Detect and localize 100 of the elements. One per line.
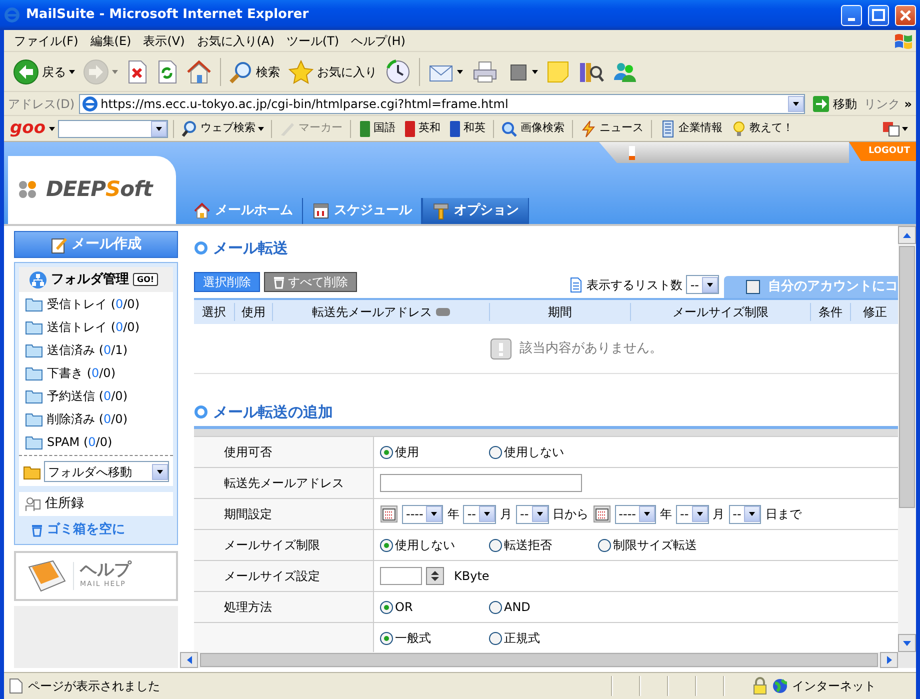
radio-button[interactable] (489, 446, 502, 458)
links-label[interactable]: リンク (864, 94, 900, 112)
email-input-field[interactable] (380, 474, 582, 492)
maximize-button[interactable] (868, 4, 889, 26)
list-count-dropdown[interactable]: -- (686, 275, 719, 294)
folder-item[interactable]: 削除済み (0/0) (19, 407, 173, 430)
menu-item[interactable]: ツール(T) (280, 32, 346, 50)
vertical-scrollbar[interactable] (898, 226, 916, 652)
date-dropdown[interactable]: -- (463, 504, 496, 524)
search-button[interactable]: 検索 (226, 58, 283, 86)
date-unit-label: 年 (447, 506, 460, 523)
horizontal-scrollbar[interactable] (180, 652, 898, 668)
radio-button[interactable] (380, 446, 393, 458)
go-button[interactable]: 移動 (809, 92, 860, 114)
address-book-link[interactable]: 住所録 (19, 492, 173, 516)
folder-item[interactable]: 送信済み (0/1) (19, 338, 173, 361)
size-input-field[interactable] (380, 567, 422, 585)
radio-button[interactable] (489, 538, 502, 552)
checkbox[interactable] (746, 280, 760, 294)
column-header[interactable]: メールサイズ制限 (630, 303, 810, 321)
user-marker-icon (629, 146, 635, 160)
move-folder-dropdown[interactable]: フォルダへ移動 (44, 461, 169, 482)
date-unit-label: 年 (660, 506, 672, 523)
folder-item[interactable]: 下書き (0/0) (19, 361, 173, 384)
empty-trash-link[interactable]: ゴミ箱を空に (19, 516, 173, 544)
logo-text: DEEPSoft (46, 176, 152, 204)
column-header[interactable]: 転送先メールアドレス (272, 303, 489, 321)
date-unit-label: 月 (712, 506, 725, 523)
sort-icon (436, 308, 450, 316)
radio-option[interactable]: 制限サイズ転送 (598, 536, 703, 554)
warning-icon (490, 338, 512, 360)
caret-icon (258, 126, 264, 130)
radio-option[interactable]: OR (380, 598, 485, 616)
calendar-icon (380, 505, 398, 523)
radio-button[interactable] (380, 538, 393, 552)
menu-item[interactable]: ヘルプ(H) (345, 32, 412, 50)
nav-tab[interactable]: オプション (422, 198, 529, 224)
radio-button[interactable] (598, 538, 611, 552)
go-button[interactable]: GO! (133, 273, 158, 286)
date-unit-label: 日まで (765, 506, 802, 523)
column-header[interactable]: 選択 (194, 303, 234, 321)
minimize-button[interactable] (841, 4, 862, 26)
ie-icon (4, 7, 20, 23)
image-button[interactable]: 画像検索 (498, 118, 567, 138)
radio-option[interactable]: 一般式 (380, 629, 485, 647)
close-button[interactable] (895, 4, 916, 26)
radio-option[interactable]: AND (489, 598, 594, 616)
folder-item[interactable]: 予約送信 (0/0) (19, 384, 173, 407)
ie-icon (82, 96, 98, 112)
scroll-up-icon (903, 232, 911, 238)
column-header[interactable]: 条件 (810, 303, 850, 321)
company-button[interactable]: 企業情報 (656, 118, 725, 138)
folder-item[interactable]: 送信トレイ (0/0) (19, 315, 173, 338)
more-links[interactable]: » (904, 94, 912, 112)
date-dropdown[interactable]: ---- (402, 504, 444, 524)
search-icon (229, 60, 253, 84)
dictionary-button[interactable]: 国語 (356, 118, 398, 138)
dictionary-button[interactable]: 英和 (400, 118, 443, 138)
date-dropdown[interactable]: -- (516, 504, 549, 524)
caret-icon (902, 126, 908, 130)
globe-icon (772, 678, 788, 694)
search-icon (180, 120, 199, 138)
radio-option[interactable]: 使用しない (489, 443, 594, 461)
date-dropdown[interactable]: ---- (614, 504, 656, 524)
folder-management-title: フォルダ管理 (51, 270, 129, 289)
address-field[interactable]: https://ms.ecc.u-tokyo.ac.jp/cgi-bin/htmlparse.cgi?html=frame.html (78, 94, 806, 114)
news-button[interactable]: ニュース (578, 118, 646, 138)
dictionary-button[interactable]: 和英 (446, 118, 488, 138)
scroll-right-icon (886, 656, 892, 664)
radio-button[interactable] (489, 600, 502, 614)
radio-option[interactable]: 正規式 (489, 629, 594, 647)
caret-icon (457, 70, 463, 74)
menu-item[interactable]: ファイル(F) (8, 32, 84, 50)
goo-logo: goo (10, 120, 46, 137)
radio-option[interactable]: 使用しない (380, 536, 485, 554)
help-title: ヘルプ (80, 562, 131, 580)
back-button[interactable]: 戻る (10, 56, 78, 86)
date-dropdown[interactable]: -- (676, 504, 709, 524)
bulb-button[interactable]: 教えて！ (728, 118, 796, 138)
field-label: メールサイズ制限 (194, 530, 374, 560)
folder-item[interactable]: 受信トレイ (0/0) (19, 292, 173, 315)
spin-buttons[interactable] (426, 567, 444, 585)
menu-item[interactable]: 表示(V) (137, 32, 191, 50)
menu-item[interactable]: お気に入り(A) (190, 32, 280, 50)
menu-item[interactable]: 編集(E) (84, 32, 138, 50)
column-header[interactable]: 使用 (234, 303, 272, 321)
lightning-icon (580, 120, 598, 138)
lock-icon (752, 677, 768, 695)
radio-option[interactable]: 使用 (380, 443, 485, 461)
search-button[interactable]: ウェブ検索 (178, 118, 266, 138)
goo-search-field[interactable] (58, 120, 168, 138)
folder-item[interactable]: SPAM (0/0) (19, 430, 173, 453)
radio-button[interactable] (489, 632, 502, 644)
radio-button[interactable] (380, 632, 393, 644)
column-header[interactable]: 期間 (489, 303, 630, 321)
radio-option[interactable]: 転送拒否 (489, 536, 594, 554)
date-dropdown[interactable]: -- (728, 504, 762, 524)
favorites-button[interactable]: お気に入り (285, 58, 380, 86)
help-book-icon (27, 559, 67, 593)
radio-button[interactable] (380, 600, 393, 614)
